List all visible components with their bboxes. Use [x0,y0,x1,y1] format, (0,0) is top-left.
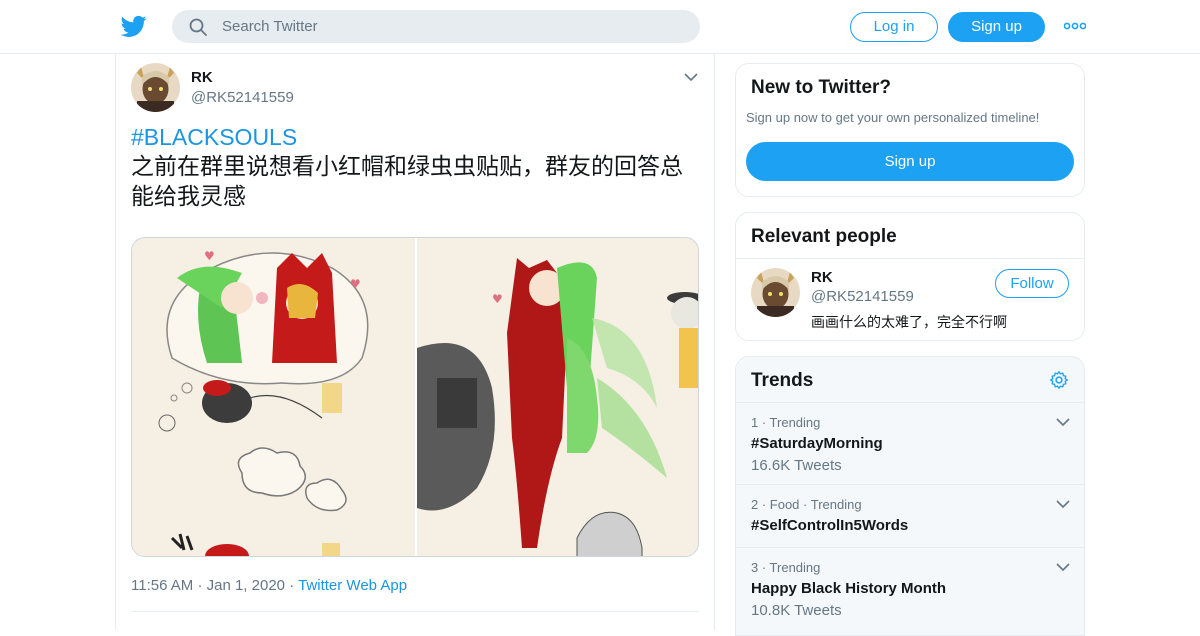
tweet-column: RK @RK52141559 #BLACKSOULS 之前在群里说想看小红帽和绿… [115,54,715,630]
svg-text:♥: ♥ [492,292,503,306]
relevant-person-avatar[interactable] [751,268,800,317]
tweet-media[interactable]: ♥ ♥ ♥ [131,237,699,557]
new-to-twitter-subtitle: Sign up now to get your own personalized… [746,110,1040,125]
signup-button[interactable]: Sign up [948,12,1045,42]
sidebar-signup-button[interactable]: Sign up [746,142,1074,181]
trend-name[interactable]: #SelfControlIn5Words [751,517,908,534]
trend-context: 1 · Trending [751,415,821,430]
meta-separator: · [289,577,299,594]
tweet-meta: 11:56 AM · Jan 1, 2020 · Twitter Web App [131,577,407,594]
meta-separator: · [197,577,207,594]
search-input[interactable] [222,10,682,43]
trend-item[interactable]: 1 · Trending #SaturdayMorning 16.6K Twee… [736,402,1084,484]
new-to-twitter-title: New to Twitter? [751,77,892,98]
top-bar: Log in Sign up [0,0,1200,54]
relevant-person-bio: 画画什么的太难了，完全不行啊 [811,315,1007,331]
media-image-left[interactable]: ♥ ♥ [132,238,415,557]
relevant-person-handle[interactable]: @RK52141559 [811,288,914,305]
author-handle[interactable]: @RK52141559 [191,89,294,106]
trend-count: 10.8K Tweets [751,602,842,619]
trend-item[interactable]: 2 · Food · Trending #SelfControlIn5Words [736,484,1084,547]
tweet-source-link[interactable]: Twitter Web App [298,577,407,594]
tweet-date[interactable]: Jan 1, 2020 [207,577,285,594]
search-icon [189,18,207,36]
twitter-bird-icon[interactable] [120,13,148,39]
author-avatar[interactable] [131,63,180,112]
trend-name[interactable]: #SaturdayMorning [751,435,883,452]
relevant-people-divider [736,258,1084,259]
svg-text:♥: ♥ [204,249,215,263]
tweet-divider [131,611,699,612]
tweet-time[interactable]: 11:56 AM [131,577,193,594]
author-name[interactable]: RK [191,69,213,86]
search-bar[interactable] [172,10,700,43]
trend-name[interactable]: Happy Black History Month [751,580,946,597]
chevron-down-icon[interactable] [1056,562,1070,572]
tweet-hashtag[interactable]: #BLACKSOULS [131,124,297,151]
media-image-right[interactable]: ♥ [417,238,699,557]
new-to-twitter-card: New to Twitter? Sign up now to get your … [735,63,1085,197]
gear-icon[interactable] [1049,370,1069,390]
trends-card: Trends 1 · Trending #SaturdayMorning 16.… [735,356,1085,636]
trend-context: 3 · Trending [751,560,821,575]
svg-text:♥: ♥ [350,277,361,291]
trend-context: 2 · Food · Trending [751,497,862,512]
chevron-down-icon[interactable] [684,72,698,82]
tweet-text: 之前在群里说想看小红帽和绿虫虫贴贴，群友的回答总能给我灵感 [131,154,683,210]
trends-title: Trends [751,370,814,391]
follow-button[interactable]: Follow [995,269,1069,298]
trend-count: 16.6K Tweets [751,457,842,474]
trend-item[interactable]: 3 · Trending Happy Black History Month 1… [736,547,1084,635]
login-button[interactable]: Log in [850,12,938,42]
chevron-down-icon[interactable] [1056,499,1070,509]
relevant-people-card: Relevant people RK @RK52141559 画画什么的太难了，… [735,212,1085,341]
more-options-icon[interactable] [1064,20,1086,32]
chevron-down-icon[interactable] [1056,417,1070,427]
relevant-person-name[interactable]: RK [811,269,833,286]
relevant-people-title: Relevant people [751,226,897,247]
